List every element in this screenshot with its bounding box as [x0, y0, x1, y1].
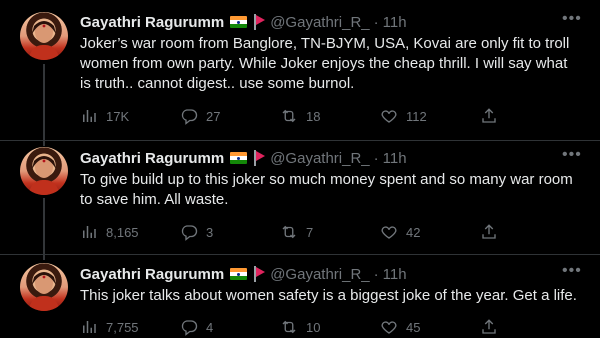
- reply-count: 27: [206, 108, 221, 124]
- tweet-actions: 17K 27 18 112: [80, 106, 510, 126]
- avatar[interactable]: [20, 263, 68, 311]
- like-button[interactable]: 112: [380, 107, 480, 125]
- user-handle[interactable]: @Gayathri_R_: [270, 266, 369, 283]
- tweet-text: To give build up to this joker so much m…: [80, 171, 573, 208]
- reply-count: 3: [206, 224, 214, 240]
- tweet[interactable]: Gayathri Ragurumm @Gayathri_R_ · 11h •••…: [0, 0, 600, 140]
- tweet-text: This joker talks about women safety is a…: [80, 287, 577, 304]
- views-icon: [83, 321, 96, 333]
- reply-button[interactable]: 4: [180, 318, 280, 336]
- timestamp[interactable]: 11h: [383, 14, 407, 31]
- views-count: 17K: [106, 108, 130, 124]
- red-flag-icon: [253, 266, 266, 282]
- share-icon: [482, 108, 496, 123]
- like-button[interactable]: 45: [380, 318, 480, 336]
- tweet-header: Gayathri Ragurumm @Gayathri_R_ · 11h: [80, 12, 407, 32]
- separator-dot: ·: [373, 149, 379, 167]
- retweet-button[interactable]: 18: [280, 107, 380, 125]
- avatar[interactable]: [20, 147, 68, 195]
- retweet-icon: [282, 320, 296, 334]
- share-icon: [482, 224, 496, 239]
- share-icon: [482, 319, 496, 334]
- views-button[interactable]: 17K: [80, 107, 180, 125]
- avatar[interactable]: [20, 12, 68, 60]
- like-icon: [381, 226, 397, 239]
- india-flag-icon: [230, 268, 248, 280]
- like-icon: [381, 321, 397, 334]
- like-button[interactable]: 42: [380, 223, 480, 241]
- user-handle[interactable]: @Gayathri_R_: [270, 150, 369, 167]
- views-count: 7,755: [106, 319, 139, 335]
- retweet-count: 18: [306, 108, 321, 124]
- views-count: 8,165: [106, 224, 139, 240]
- views-icon: [83, 226, 96, 238]
- views-icon: [83, 110, 96, 122]
- like-icon: [381, 110, 397, 123]
- india-flag-icon: [230, 152, 248, 164]
- tweet-header: Gayathri Ragurumm @Gayathri_R_ · 11h: [80, 148, 407, 168]
- tweet-text: Joker’s war room from Banglore, TN-BJYM,…: [80, 35, 570, 92]
- like-count: 112: [406, 108, 427, 124]
- retweet-count: 7: [306, 224, 314, 240]
- share-button[interactable]: [480, 318, 506, 336]
- display-name[interactable]: Gayathri Ragurumm: [80, 150, 224, 167]
- share-button[interactable]: [480, 223, 506, 241]
- separator-dot: ·: [373, 13, 379, 31]
- reply-icon: [181, 109, 198, 125]
- timestamp[interactable]: 11h: [383, 150, 407, 167]
- display-name[interactable]: Gayathri Ragurumm: [80, 266, 224, 283]
- timestamp[interactable]: 11h: [383, 266, 407, 283]
- red-flag-icon: [253, 150, 266, 166]
- more-icon[interactable]: •••: [562, 263, 581, 284]
- reply-icon: [181, 225, 198, 241]
- tweet-actions: 7,755 4 10 45: [80, 317, 510, 337]
- retweet-button[interactable]: 10: [280, 318, 380, 336]
- tweet[interactable]: Gayathri Ragurumm @Gayathri_R_ · 11h •••…: [0, 141, 600, 253]
- red-flag-icon: [253, 14, 266, 30]
- display-name[interactable]: Gayathri Ragurumm: [80, 14, 224, 31]
- reply-button[interactable]: 3: [180, 223, 280, 241]
- share-button[interactable]: [480, 107, 506, 125]
- retweet-button[interactable]: 7: [280, 223, 380, 241]
- more-icon[interactable]: •••: [562, 147, 581, 168]
- like-count: 42: [406, 224, 421, 240]
- reply-count: 4: [206, 319, 214, 335]
- like-count: 45: [406, 319, 421, 335]
- views-button[interactable]: 7,755: [80, 318, 180, 336]
- separator-dot: ·: [373, 265, 379, 283]
- reply-button[interactable]: 27: [180, 107, 280, 125]
- tweet[interactable]: Gayathri Ragurumm @Gayathri_R_ · 11h •••…: [0, 255, 600, 338]
- more-icon[interactable]: •••: [562, 11, 581, 32]
- retweet-icon: [282, 225, 296, 239]
- user-handle[interactable]: @Gayathri_R_: [270, 14, 369, 31]
- retweet-count: 10: [306, 319, 321, 335]
- tweet-header: Gayathri Ragurumm @Gayathri_R_ · 11h: [80, 264, 407, 284]
- views-button[interactable]: 8,165: [80, 223, 180, 241]
- tweet-actions: 8,165 3 7 42: [80, 222, 510, 242]
- retweet-icon: [282, 109, 296, 123]
- reply-icon: [181, 320, 198, 336]
- india-flag-icon: [230, 16, 248, 28]
